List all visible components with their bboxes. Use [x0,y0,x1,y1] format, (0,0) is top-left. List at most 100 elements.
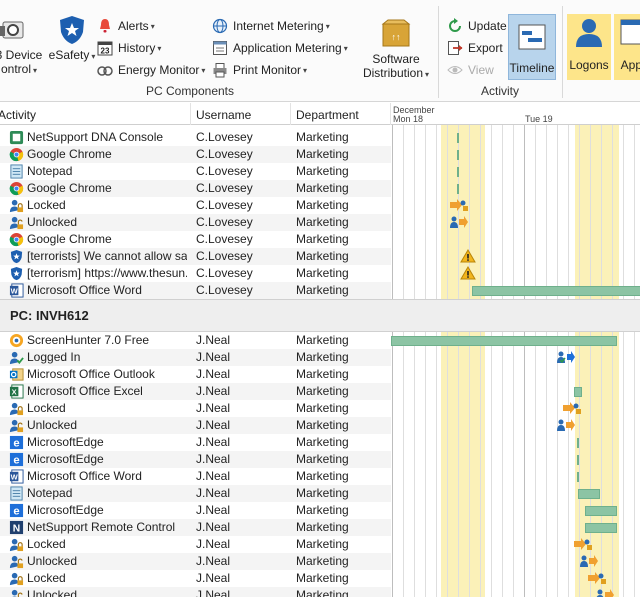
activity-cell: NetSupport Remote Control [27,520,176,534]
department-cell: Marketing [296,283,349,297]
svg-text:W: W [11,286,19,295]
table-row[interactable]: Unlocked C.Lovesey Marketing [0,214,640,231]
table-row[interactable]: Locked J.Neal Marketing [0,570,640,587]
svg-text:N: N [13,524,20,535]
table-row[interactable]: W Microsoft Office Word J.Neal Marketing [0,468,640,485]
username-cell: C.Lovesey [196,266,253,280]
activity-cell: ScreenHunter 7.0 Free [27,333,150,347]
username-cell: J.Neal [196,452,231,466]
lock-user-icon [9,571,24,586]
logons-button[interactable]: Logons [567,14,611,80]
table-row[interactable]: Locked J.Neal Marketing [0,400,640,417]
department-cell: Marketing [296,164,349,178]
table-row[interactable]: ScreenHunter 7.0 Free J.Neal Marketing [0,332,640,349]
table-row[interactable]: [terrorists] We cannot allow safe... C.Lo… [0,248,640,265]
timeline-button[interactable]: Timeline [508,14,556,80]
esafety-label: eSafety ▾ [48,48,96,62]
pc-components-group-label: PC Components [145,84,235,98]
user-icon [576,19,602,47]
svg-text:23: 23 [101,47,110,56]
activity-cell: Notepad [27,486,73,500]
activity-cell: Microsoft Office Word [27,469,142,483]
export-button[interactable]: Export [447,38,503,58]
department-cell: Marketing [296,266,349,280]
timeline-label: Timeline [509,61,555,75]
calendar-icon: 23 [97,41,113,56]
username-cell: J.Neal [196,571,231,585]
username-cell: C.Lovesey [196,164,253,178]
username-cell: J.Neal [196,333,231,347]
table-row[interactable]: W Microsoft Office Word C.Lovesey Marketing [0,282,640,299]
pc-group-header[interactable]: PC: INVH612 [0,299,640,332]
unlock-user-icon [9,215,24,230]
update-label: Update [468,19,507,33]
table-row[interactable]: Microsoft Office Outlook J.Neal Marketing [0,366,640,383]
applications-button[interactable]: Appli [614,14,640,80]
notepad-icon [9,164,24,179]
chrome-icon [9,232,24,247]
activity-cell: Locked [27,537,66,551]
energy-icon [97,66,113,76]
history-label: History [118,41,156,55]
software-distribution-button[interactable]: ↑↑ Software Distribution ▾ [356,18,436,82]
table-row[interactable]: NetSupport DNA Console C.Lovesey Marketing [0,129,640,146]
svg-text:e: e [13,455,19,467]
table-row[interactable]: Locked J.Neal Marketing [0,536,640,553]
table-row[interactable]: e MicrosoftEdge J.Neal Marketing [0,502,640,519]
energy-monitor-label: Energy Monitor [118,63,200,77]
notepad-icon [9,486,24,501]
print-monitor-button[interactable]: Print Monitor ▾ [212,60,307,80]
table-row[interactable]: Google Chrome C.Lovesey Marketing [0,180,640,197]
username-cell: J.Neal [196,503,231,517]
table-row[interactable]: Unlocked J.Neal Marketing [0,553,640,570]
table-row[interactable]: Logged In J.Neal Marketing [0,349,640,366]
table-row[interactable]: Unlocked J.Neal Marketing [0,417,640,434]
activity-cell: Notepad [27,164,73,178]
username-cell: C.Lovesey [196,249,253,263]
update-button[interactable]: Update [447,16,507,36]
ribbon-separator [438,6,439,98]
table-row[interactable]: N NetSupport Remote Control J.Neal Marketin… [0,519,640,536]
svg-text:e: e [13,438,19,450]
username-cell: C.Lovesey [196,130,253,144]
device-control-button[interactable]: 3 Device ontrol ▾ [0,14,44,78]
column-header-activity[interactable]: Activity [0,103,191,125]
package-box-icon: ↑↑ [381,19,411,47]
svg-text:W: W [11,472,19,481]
activity-cell: Unlocked [27,215,78,229]
activity-cell: Microsoft Office Outlook [27,367,155,381]
energy-monitor-button[interactable]: Energy Monitor ▾ [97,60,205,80]
alerts-label: Alerts [118,19,149,33]
column-header-department[interactable]: Department [291,103,391,125]
table-row[interactable]: [terrorism] https://www.thesun.... C.Love… [0,265,640,282]
alerts-button[interactable]: Alerts ▾ [97,16,155,36]
word-icon: W [9,469,24,484]
esafety-icon [9,249,24,264]
table-row[interactable]: Google Chrome C.Lovesey Marketing [0,231,640,248]
column-header-username[interactable]: Username [191,103,291,125]
activity-cell: MicrosoftEdge [27,503,104,517]
username-cell: J.Neal [196,469,231,483]
table-row[interactable]: Notepad C.Lovesey Marketing [0,163,640,180]
internet-metering-button[interactable]: Internet Metering ▾ [212,16,330,36]
excel-icon: X [9,384,24,399]
table-row[interactable]: Unlocked J.Neal Marketing [0,587,640,597]
department-cell: Marketing [296,130,349,144]
esafety-button[interactable]: eSafety ▾ [48,14,96,64]
username-cell: C.Lovesey [196,283,253,297]
history-button[interactable]: 23 History ▾ [97,38,161,58]
ribbon-toolbar: 3 Device ontrol ▾ eSafety ▾ Alerts ▾ 23 His… [0,0,640,102]
department-cell: Marketing [296,520,349,534]
table-row[interactable]: X Microsoft Office Excel J.Neal Marketing [0,383,640,400]
username-cell: C.Lovesey [196,198,253,212]
table-row[interactable]: Locked C.Lovesey Marketing [0,197,640,214]
department-cell: Marketing [296,384,349,398]
table-row[interactable]: Notepad J.Neal Marketing [0,485,640,502]
table-row[interactable]: e MicrosoftEdge J.Neal Marketing [0,434,640,451]
activity-cell: Google Chrome [27,147,112,161]
view-button[interactable]: View [447,60,494,80]
application-metering-button[interactable]: Application Metering ▾ [212,38,348,58]
word-icon: W [9,283,24,298]
table-row[interactable]: e MicrosoftEdge J.Neal Marketing [0,451,640,468]
table-row[interactable]: Google Chrome C.Lovesey Marketing [0,146,640,163]
